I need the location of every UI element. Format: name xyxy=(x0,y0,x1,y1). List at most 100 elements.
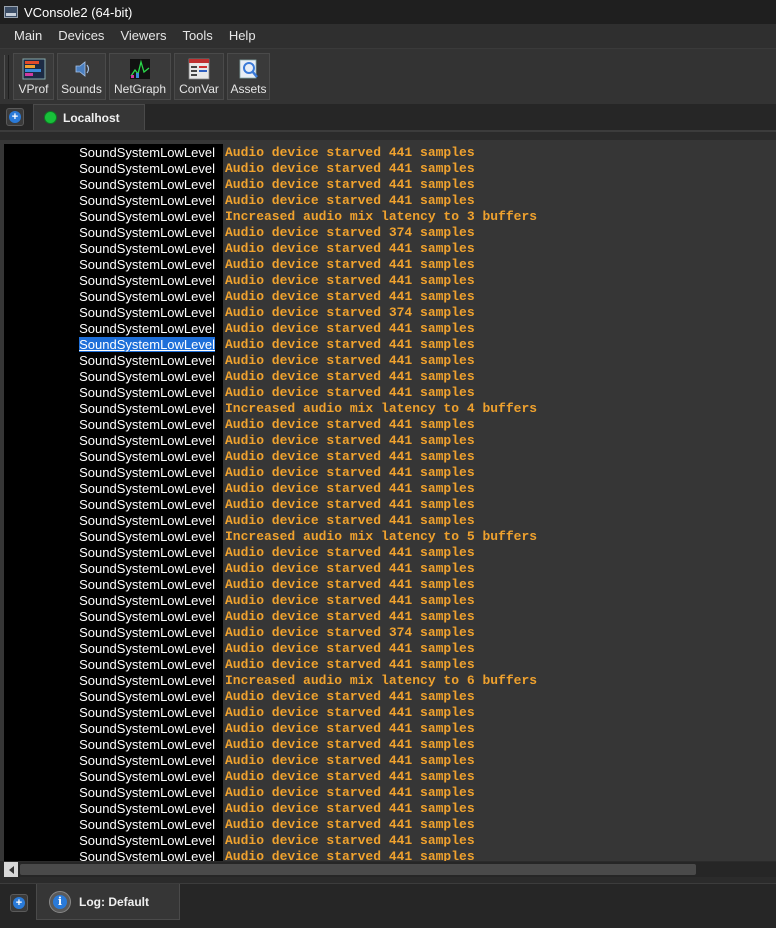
horizontal-scrollbar[interactable] xyxy=(4,862,776,877)
log-message: Audio device starved 441 samples xyxy=(225,801,475,816)
log-row[interactable]: SoundSystemLowLevel Audio device starved … xyxy=(0,304,776,320)
log-row[interactable]: SoundSystemLowLevel Audio device starved … xyxy=(0,416,776,432)
log-channel-text: SoundSystemLowLevel xyxy=(79,417,215,432)
log-row[interactable]: SoundSystemLowLevel Audio device starved … xyxy=(0,480,776,496)
convar-button[interactable]: ConVar xyxy=(174,53,224,100)
log-row[interactable]: SoundSystemLowLevel Audio device starved … xyxy=(0,736,776,752)
log-row[interactable]: SoundSystemLowLevel Audio device starved … xyxy=(0,656,776,672)
log-row[interactable]: SoundSystemLowLevel Audio device starved … xyxy=(0,464,776,480)
log-row[interactable]: SoundSystemLowLevel Audio device starved … xyxy=(0,832,776,848)
vprof-button[interactable]: VProf xyxy=(13,53,54,100)
add-log-button[interactable]: + xyxy=(10,894,28,912)
log-message: Audio device starved 441 samples xyxy=(225,721,475,736)
log-row[interactable]: SoundSystemLowLevel Audio device starved … xyxy=(0,640,776,656)
log-row[interactable]: SoundSystemLowLevel Audio device starved … xyxy=(0,144,776,160)
log-row[interactable]: SoundSystemLowLevel Audio device starved … xyxy=(0,720,776,736)
log-row[interactable]: SoundSystemLowLevel Audio device starved … xyxy=(0,336,776,352)
menu-viewers[interactable]: Viewers xyxy=(112,24,174,48)
log-row[interactable]: SoundSystemLowLevel Audio device starved … xyxy=(0,848,776,861)
netgraph-icon xyxy=(130,59,150,79)
log-row[interactable]: SoundSystemLowLevel Audio device starved … xyxy=(0,544,776,560)
log-output[interactable]: SoundSystemLowLevel Audio device starved … xyxy=(0,140,776,861)
log-row[interactable]: SoundSystemLowLevel Audio device starved … xyxy=(0,352,776,368)
log-channel-text: SoundSystemLowLevel xyxy=(79,513,215,528)
sounds-button[interactable]: Sounds xyxy=(57,53,106,100)
log-channel-label: SoundSystemLowLevel xyxy=(4,208,223,224)
scroll-left-arrow-icon[interactable] xyxy=(4,862,18,877)
log-message: Audio device starved 441 samples xyxy=(225,593,475,608)
plus-icon: + xyxy=(9,111,21,123)
log-row[interactable]: SoundSystemLowLevel Audio device starved … xyxy=(0,160,776,176)
log-row[interactable]: SoundSystemLowLevel Increased audio mix l… xyxy=(0,672,776,688)
log-channel-text: SoundSystemLowLevel xyxy=(79,241,215,256)
log-message: Audio device starved 441 samples xyxy=(225,705,475,720)
log-row[interactable]: SoundSystemLowLevel Audio device starved … xyxy=(0,704,776,720)
tab-log-default[interactable]: i Log: Default xyxy=(36,884,180,920)
log-message: Audio device starved 441 samples xyxy=(225,513,475,528)
log-row[interactable]: SoundSystemLowLevel Audio device starved … xyxy=(0,320,776,336)
log-channel-label: SoundSystemLowLevel xyxy=(4,368,223,384)
log-channel-label: SoundSystemLowLevel xyxy=(4,192,223,208)
log-message: Audio device starved 441 samples xyxy=(225,737,475,752)
log-channel-text: SoundSystemLowLevel xyxy=(79,593,215,608)
log-row[interactable]: SoundSystemLowLevel Audio device starved … xyxy=(0,448,776,464)
log-channel-text: SoundSystemLowLevel xyxy=(79,769,215,784)
log-row[interactable]: SoundSystemLowLevel Audio device starved … xyxy=(0,608,776,624)
log-row[interactable]: SoundSystemLowLevel Audio device starved … xyxy=(0,272,776,288)
log-channel-label: SoundSystemLowLevel xyxy=(4,528,223,544)
log-message: Audio device starved 441 samples xyxy=(225,817,475,832)
log-row[interactable]: SoundSystemLowLevel Audio device starved … xyxy=(0,192,776,208)
log-row[interactable]: SoundSystemLowLevel Audio device starved … xyxy=(0,576,776,592)
menu-devices[interactable]: Devices xyxy=(50,24,112,48)
log-channel-text: SoundSystemLowLevel xyxy=(79,177,215,192)
log-row[interactable]: SoundSystemLowLevel Audio device starved … xyxy=(0,176,776,192)
log-channel-text: SoundSystemLowLevel xyxy=(79,673,215,688)
log-row[interactable]: SoundSystemLowLevel Audio device starved … xyxy=(0,592,776,608)
log-row[interactable]: SoundSystemLowLevel Audio device starved … xyxy=(0,560,776,576)
log-row[interactable]: SoundSystemLowLevel Audio device starved … xyxy=(0,752,776,768)
log-channel-text: SoundSystemLowLevel xyxy=(79,289,215,304)
log-row[interactable]: SoundSystemLowLevel Audio device starved … xyxy=(0,368,776,384)
log-row[interactable]: SoundSystemLowLevel Increased audio mix l… xyxy=(0,528,776,544)
log-message: Audio device starved 441 samples xyxy=(225,577,475,592)
log-channel-text: SoundSystemLowLevel xyxy=(79,705,215,720)
log-channel-text: SoundSystemLowLevel xyxy=(79,849,215,861)
log-row[interactable]: SoundSystemLowLevel Audio device starved … xyxy=(0,288,776,304)
menu-tools[interactable]: Tools xyxy=(174,24,220,48)
netgraph-button[interactable]: NetGraph xyxy=(109,53,171,100)
log-row[interactable]: SoundSystemLowLevel Audio device starved … xyxy=(0,432,776,448)
log-row[interactable]: SoundSystemLowLevel Audio device starved … xyxy=(0,256,776,272)
menu-help[interactable]: Help xyxy=(221,24,264,48)
log-message: Audio device starved 441 samples xyxy=(225,769,475,784)
log-row[interactable]: SoundSystemLowLevel Audio device starved … xyxy=(0,768,776,784)
add-connection-button[interactable]: + xyxy=(6,108,24,126)
log-channel-text: SoundSystemLowLevel xyxy=(79,145,215,160)
log-channel-label: SoundSystemLowLevel xyxy=(4,768,223,784)
log-row[interactable]: SoundSystemLowLevel Audio device starved … xyxy=(0,240,776,256)
assets-button[interactable]: Assets xyxy=(227,53,270,100)
tab-localhost[interactable]: Localhost xyxy=(33,104,145,130)
menu-main[interactable]: Main xyxy=(0,24,50,48)
log-message: Audio device starved 441 samples xyxy=(225,337,475,352)
log-row[interactable]: SoundSystemLowLevel Audio device starved … xyxy=(0,784,776,800)
log-channel-text: SoundSystemLowLevel xyxy=(79,273,215,288)
log-row[interactable]: SoundSystemLowLevel Audio device starved … xyxy=(0,688,776,704)
log-channel-label: SoundSystemLowLevel xyxy=(4,720,223,736)
log-row[interactable]: SoundSystemLowLevel Audio device starved … xyxy=(0,496,776,512)
scrollbar-thumb[interactable] xyxy=(20,864,696,875)
log-channel-label: SoundSystemLowLevel xyxy=(4,288,223,304)
log-message: Audio device starved 441 samples xyxy=(225,369,475,384)
log-message: Audio device starved 441 samples xyxy=(225,241,475,256)
log-row[interactable]: SoundSystemLowLevel Audio device starved … xyxy=(0,816,776,832)
log-channel-label: SoundSystemLowLevel xyxy=(4,352,223,368)
log-row[interactable]: SoundSystemLowLevel Audio device starved … xyxy=(0,224,776,240)
log-channel-label: SoundSystemLowLevel xyxy=(4,512,223,528)
log-row[interactable]: SoundSystemLowLevel Increased audio mix l… xyxy=(0,208,776,224)
log-channel-label: SoundSystemLowLevel xyxy=(4,416,223,432)
log-row[interactable]: SoundSystemLowLevel Audio device starved … xyxy=(0,384,776,400)
toolbar-grip[interactable] xyxy=(4,55,9,99)
log-row[interactable]: SoundSystemLowLevel Increased audio mix l… xyxy=(0,400,776,416)
log-row[interactable]: SoundSystemLowLevel Audio device starved … xyxy=(0,512,776,528)
log-row[interactable]: SoundSystemLowLevel Audio device starved … xyxy=(0,624,776,640)
log-row[interactable]: SoundSystemLowLevel Audio device starved … xyxy=(0,800,776,816)
